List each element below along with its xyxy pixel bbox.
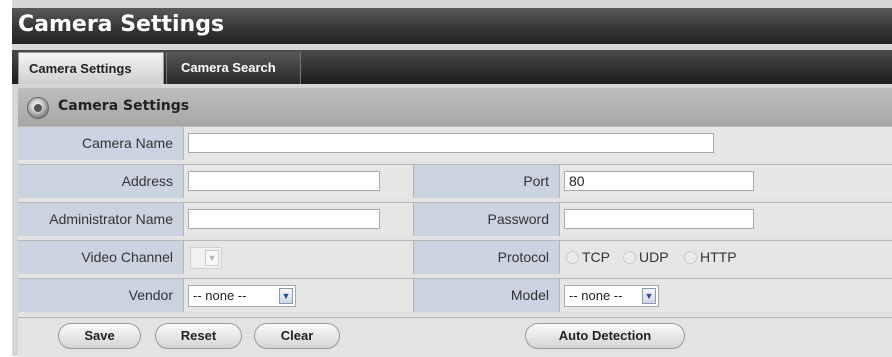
model-cell: -- none -- ▼: [560, 279, 892, 312]
model-value: -- none --: [569, 288, 623, 303]
window-title: Camera Settings: [18, 12, 225, 37]
admin-name-input[interactable]: [188, 209, 380, 229]
row-admin-password: Administrator Name Password: [18, 202, 892, 236]
row-vendor-model: Vendor -- none -- ▼ Model -- none -- ▼: [18, 278, 892, 312]
tab-camera-settings[interactable]: Camera Settings: [18, 52, 164, 84]
radio-udp[interactable]: [623, 251, 636, 264]
address-input[interactable]: [188, 171, 380, 191]
protocol-cell: TCP UDP HTTP: [560, 241, 892, 274]
row-video-protocol: Video Channel ▼ Protocol TCP UDP HTTP: [18, 240, 892, 274]
tab-bar: Camera Settings Camera Search: [12, 44, 892, 88]
address-cell: [184, 165, 414, 198]
row-camera-name: Camera Name: [18, 126, 892, 160]
video-channel-cell: ▼: [184, 241, 414, 274]
clear-button[interactable]: Clear: [254, 323, 340, 349]
auto-detection-button[interactable]: Auto Detection: [525, 323, 685, 349]
port-cell: 80: [560, 165, 892, 198]
reset-button[interactable]: Reset: [155, 323, 242, 349]
password-cell: [560, 203, 892, 236]
camera-settings-panel: Camera Settings Camera Name Address Port…: [18, 88, 892, 357]
camera-name-input[interactable]: [188, 133, 714, 153]
video-channel-label: Video Channel: [18, 241, 184, 274]
title-bar: Camera Settings: [12, 8, 892, 44]
camera-name-label: Camera Name: [18, 127, 184, 160]
vendor-select[interactable]: -- none -- ▼: [188, 285, 296, 307]
vendor-label: Vendor: [18, 279, 184, 312]
radio-tcp-label: TCP: [582, 249, 610, 265]
vendor-cell: -- none -- ▼: [184, 279, 414, 312]
radio-http-label: HTTP: [700, 249, 737, 265]
model-label: Model: [414, 279, 560, 312]
button-row: Save Reset Clear Auto Detection: [18, 317, 892, 357]
password-label: Password: [414, 203, 560, 236]
protocol-label: Protocol: [414, 241, 560, 274]
camera-icon: [27, 97, 49, 119]
password-input[interactable]: [564, 209, 754, 229]
section-header: Camera Settings: [18, 88, 892, 126]
settings-window: Camera Settings Camera Settings Camera S…: [12, 0, 892, 357]
admin-name-cell: [184, 203, 414, 236]
camera-name-cell: [184, 127, 892, 160]
radio-tcp[interactable]: [566, 251, 579, 264]
tab-camera-search[interactable]: Camera Search: [166, 52, 301, 84]
section-title: Camera Settings: [58, 98, 190, 114]
save-button[interactable]: Save: [58, 323, 141, 349]
row-address-port: Address Port 80: [18, 164, 892, 198]
admin-name-label: Administrator Name: [18, 203, 184, 236]
chevron-down-icon: ▼: [279, 288, 293, 304]
radio-udp-label: UDP: [639, 249, 669, 265]
chevron-down-icon: ▼: [205, 250, 219, 266]
chevron-down-icon: ▼: [642, 288, 656, 304]
radio-http[interactable]: [684, 251, 697, 264]
address-label: Address: [18, 165, 184, 198]
port-label: Port: [414, 165, 560, 198]
video-channel-select[interactable]: ▼: [190, 247, 222, 269]
model-select[interactable]: -- none -- ▼: [564, 285, 659, 307]
vendor-value: -- none --: [193, 288, 247, 303]
port-input[interactable]: 80: [564, 171, 754, 191]
